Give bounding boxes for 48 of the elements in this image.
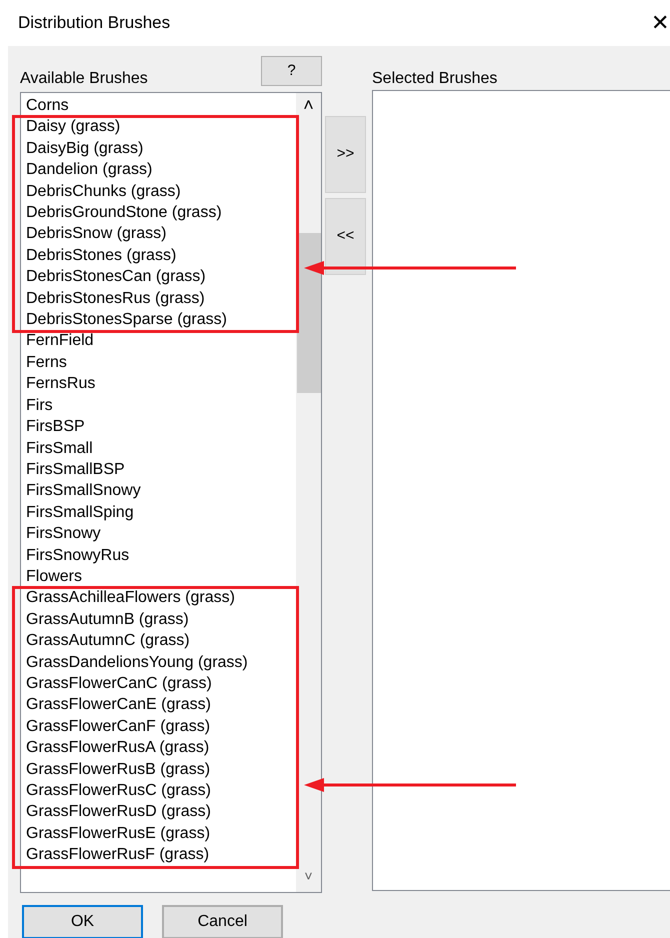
list-item[interactable]: DebrisStonesSparse (grass) — [26, 309, 296, 330]
list-item[interactable]: GrassFlowerRusB (grass) — [26, 758, 296, 780]
list-item[interactable]: GrassFlowerRusC (grass) — [26, 780, 296, 802]
list-item[interactable]: FirsSmallBSP — [26, 458, 296, 480]
list-item[interactable]: GrassFlowerCanC (grass) — [26, 672, 296, 694]
move-button[interactable]: << — [325, 198, 366, 275]
list-item[interactable]: DebrisStonesRus (grass) — [26, 288, 296, 310]
list-item[interactable]: DebrisSnow (grass) — [26, 223, 296, 245]
window-title: Distribution Brushes — [18, 12, 170, 34]
list-item[interactable]: Dandelion (grass) — [26, 159, 296, 181]
move-button[interactable]: >> — [325, 116, 366, 193]
list-item[interactable]: Corns — [26, 95, 296, 116]
list-item[interactable]: GrassFlowerRusD (grass) — [26, 801, 296, 823]
list-item[interactable]: GrassFlowerRusE (grass) — [26, 822, 296, 844]
list-item[interactable]: DebrisGroundStone (grass) — [26, 202, 296, 224]
list-item[interactable]: GrassFlowerRusA (grass) — [26, 737, 296, 759]
list-item[interactable]: DebrisStonesCan (grass) — [26, 266, 296, 288]
list-item[interactable]: GrassFlowerRusF (grass) — [26, 844, 296, 866]
list-item[interactable]: GrassDandelionsYoung (grass) — [26, 652, 296, 673]
close-button[interactable]: ✕ — [650, 12, 670, 34]
list-item[interactable]: DebrisStones (grass) — [26, 244, 296, 266]
list-item[interactable]: GrassFlowerCanF (grass) — [26, 716, 296, 738]
list-item[interactable]: DaisyBig (grass) — [26, 138, 296, 160]
cancel-button[interactable]: Cancel — [162, 905, 283, 938]
selected-brushes-label: Selected Brushes — [372, 70, 498, 88]
help-button[interactable]: ? — [261, 56, 322, 86]
list-item[interactable]: FirsBSP — [26, 416, 296, 438]
list-item[interactable]: FernsRus — [26, 373, 296, 395]
list-item[interactable]: FirsSmallSping — [26, 502, 296, 524]
list-item[interactable]: Daisy (grass) — [26, 116, 296, 138]
scrollbar-thumb[interactable] — [296, 233, 320, 393]
ok-button[interactable]: OK — [22, 905, 143, 938]
list-item[interactable]: GrassFlowerCanE (grass) — [26, 694, 296, 716]
scroll-up-button[interactable]: ˄ — [303, 95, 314, 115]
scroll-down-button[interactable]: ˅ — [304, 868, 313, 884]
list-item[interactable]: FirsSnowyRus — [26, 544, 296, 566]
list-item[interactable]: FirsSmall — [26, 438, 296, 459]
list-item[interactable]: GrassAchilleaFlowers (grass) — [26, 587, 296, 609]
list-item[interactable]: GrassAutumnC (grass) — [26, 630, 296, 652]
list-item[interactable]: DebrisChunks (grass) — [26, 180, 296, 202]
list-item[interactable]: FernField — [26, 330, 296, 352]
list-item[interactable]: FirsSnowy — [26, 523, 296, 545]
list-item[interactable]: GrassAutumnB (grass) — [26, 608, 296, 630]
list-item[interactable]: Ferns — [26, 352, 296, 374]
list-item[interactable]: FirsSmallSnowy — [26, 480, 296, 502]
list-item[interactable]: Flowers — [26, 566, 296, 588]
list-item[interactable]: Firs — [26, 394, 296, 416]
available-brushes-label: Available Brushes — [20, 70, 148, 88]
